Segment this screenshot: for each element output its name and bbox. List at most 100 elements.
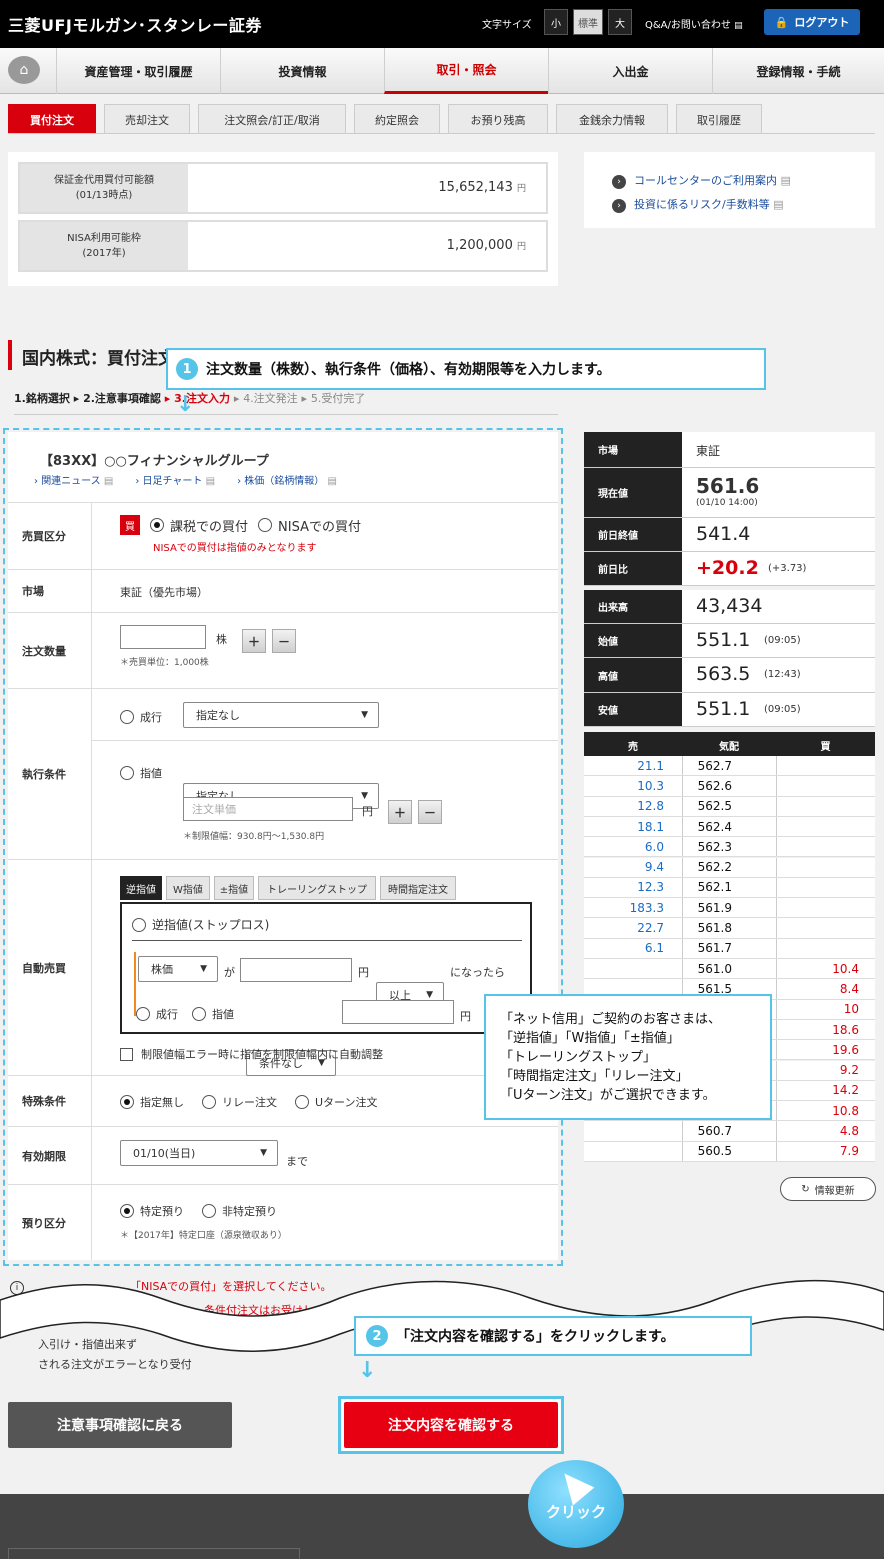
low-value: 551.1 xyxy=(696,698,751,720)
cell-divider xyxy=(776,1080,777,1101)
high-label: 高値 xyxy=(584,658,682,692)
prev-label: 前日終値 xyxy=(584,518,682,551)
orderbook-price-cell: 561.8 xyxy=(697,921,732,936)
orderbook-ask-cell xyxy=(584,959,664,978)
callout-number-1: 1 xyxy=(176,358,198,380)
nisa-balance-label: NISA利用可能枠 (2017年) xyxy=(20,222,188,270)
cell-divider xyxy=(776,898,777,918)
cell-divider xyxy=(776,1121,777,1141)
quote-low: 安値 551.1 (09:05) xyxy=(584,693,875,727)
tab-cash-balance[interactable]: 金銭余力情報 xyxy=(556,104,668,134)
nav-trade[interactable]: 取引・照会 xyxy=(384,48,548,94)
orderbook-price-cell: 562.4 xyxy=(697,819,732,834)
cell-divider xyxy=(776,1019,777,1040)
quote-market: 市場 東証 xyxy=(584,432,875,468)
open-time: (09:05) xyxy=(764,635,801,646)
font-standard-button[interactable]: 標準 xyxy=(573,9,603,35)
orderbook-bid-cell xyxy=(776,797,859,816)
logout-label: ログアウト xyxy=(794,16,850,29)
qa-label: Q&A/お問い合わせ xyxy=(645,20,731,31)
nav-deposit[interactable]: 入出金 xyxy=(548,48,712,94)
change-pct: (+3.73) xyxy=(768,563,807,574)
step-sep: ▸ xyxy=(301,392,308,405)
change-value: +20.2 xyxy=(696,557,759,579)
orderbook-bid-cell xyxy=(776,756,859,775)
info-links-panel xyxy=(584,152,875,228)
callout-number-2: 2 xyxy=(366,1325,388,1347)
refresh-label: 情報更新 xyxy=(814,1185,855,1197)
orderbook-bid-cell xyxy=(776,918,859,937)
orderbook-row: 9.4 562.2 xyxy=(584,857,875,878)
tab-history[interactable]: 取引履歴 xyxy=(676,104,762,134)
click-label: クリック xyxy=(545,1502,606,1521)
yen-unit: 円 xyxy=(516,242,526,252)
cell-divider xyxy=(682,898,683,918)
nav-assets[interactable]: 資産管理・取引履歴 xyxy=(56,48,220,94)
step-4: 4.注文発注 xyxy=(243,392,298,405)
cell-divider xyxy=(682,877,683,898)
step-sep: ▸ xyxy=(164,392,171,405)
orderbook-row: 18.1 562.4 xyxy=(584,816,875,838)
nisa-amount: 1,200,000 xyxy=(446,238,513,253)
nav-registration[interactable]: 登録情報・手続 xyxy=(712,48,884,94)
prev-value: 541.4 xyxy=(696,523,751,545)
quote-market-value: 東証 xyxy=(696,444,721,458)
callout-line-4: 「時間指定注文」「リレー注文」 xyxy=(500,1069,689,1084)
high-value: 563.5 xyxy=(696,663,751,685)
cell-divider xyxy=(776,1101,777,1121)
font-large-button[interactable]: 大 xyxy=(608,9,632,35)
company-logo[interactable]: 三菱UFJモルガン･スタンレー証券 xyxy=(8,12,262,36)
chevron-right-icon: › xyxy=(612,175,626,189)
cell-divider xyxy=(682,918,683,938)
orderbook-ask-cell: 18.1 xyxy=(637,819,664,834)
risk-fee-link[interactable]: › 投資に係るリスク/手数料等 ▤ xyxy=(612,196,784,213)
logout-button[interactable]: 🔒 ログアウト xyxy=(764,9,860,35)
font-size-label: 文字サイズ xyxy=(482,20,532,31)
orderbook-bid-cell: 19.6 xyxy=(832,1042,859,1057)
window-icon: ▤ xyxy=(773,198,784,211)
orderbook-ask-cell: 9.4 xyxy=(644,860,664,875)
cell-divider xyxy=(776,837,777,857)
orderbook-row: 10.3 562.6 xyxy=(584,776,875,797)
step-sep: ▸ xyxy=(233,392,240,405)
change-label: 前日比 xyxy=(584,552,682,585)
qa-link[interactable]: Q&A/お問い合わせ ▤ xyxy=(645,16,743,31)
current-time: (01/10 14:00) xyxy=(696,498,758,508)
nisa-label-main: NISA利用可能枠 xyxy=(67,233,141,244)
orderbook-bid-cell xyxy=(776,878,859,897)
cell-divider xyxy=(682,776,683,796)
quote-market-label: 市場 xyxy=(584,432,682,467)
window-icon: ▤ xyxy=(734,21,743,31)
nisa-balance-row: NISA利用可能枠 (2017年) 1,200,000 円 xyxy=(18,220,548,272)
tab-buy-order[interactable]: 買付注文 xyxy=(8,104,96,134)
confirm-order-button[interactable]: 注文内容を確認する xyxy=(344,1402,558,1448)
cell-divider xyxy=(776,857,777,877)
step-5: 5.受付完了 xyxy=(310,392,366,405)
font-small-button[interactable]: 小 xyxy=(544,9,568,35)
orderbook-row: 560.5 7.9 xyxy=(584,1141,875,1162)
orderbook-price-cell: 561.9 xyxy=(697,900,732,915)
orderbook-price-cell: 562.7 xyxy=(697,758,732,773)
callout-step1: 1 注文数量（株数）、執行条件（価格）、有効期限等を入力します。 xyxy=(166,348,766,390)
nav-investment-info[interactable]: 投資情報 xyxy=(220,48,384,94)
cell-divider xyxy=(682,959,683,979)
callout-text-2: 「注文内容を確認する」をクリックします。 xyxy=(396,1329,675,1345)
call-center-link[interactable]: › コールセンターのご利用案内 ▤ xyxy=(612,172,791,189)
tab-holdings[interactable]: お預り残高 xyxy=(448,104,548,134)
orderbook-bid-cell xyxy=(776,817,859,836)
arrow-down-icon: ↓ xyxy=(358,1358,377,1383)
back-button[interactable]: 注意事項確認に戻る xyxy=(8,1402,232,1448)
tab-execution-inquiry[interactable]: 約定照会 xyxy=(354,104,440,134)
home-icon[interactable]: ⌂ xyxy=(8,56,40,84)
orderbook-row: 6.1 561.7 xyxy=(584,938,875,959)
quote-change: 前日比 +20.2 (+3.73) xyxy=(584,552,875,586)
orderbook-bid-cell xyxy=(776,858,859,877)
tab-sell-order[interactable]: 売却注文 xyxy=(104,104,190,134)
open-value: 551.1 xyxy=(696,629,751,651)
refresh-button[interactable]: ↻ 情報更新 xyxy=(780,1177,876,1201)
orderbook-row: 12.3 562.1 xyxy=(584,877,875,899)
orderbook-price-cell: 560.7 xyxy=(697,1124,732,1139)
tab-order-inquiry[interactable]: 注文照会/訂正/取消 xyxy=(198,104,346,134)
orderbook-price-header: 気配 xyxy=(719,742,739,753)
cell-divider xyxy=(776,1141,777,1161)
